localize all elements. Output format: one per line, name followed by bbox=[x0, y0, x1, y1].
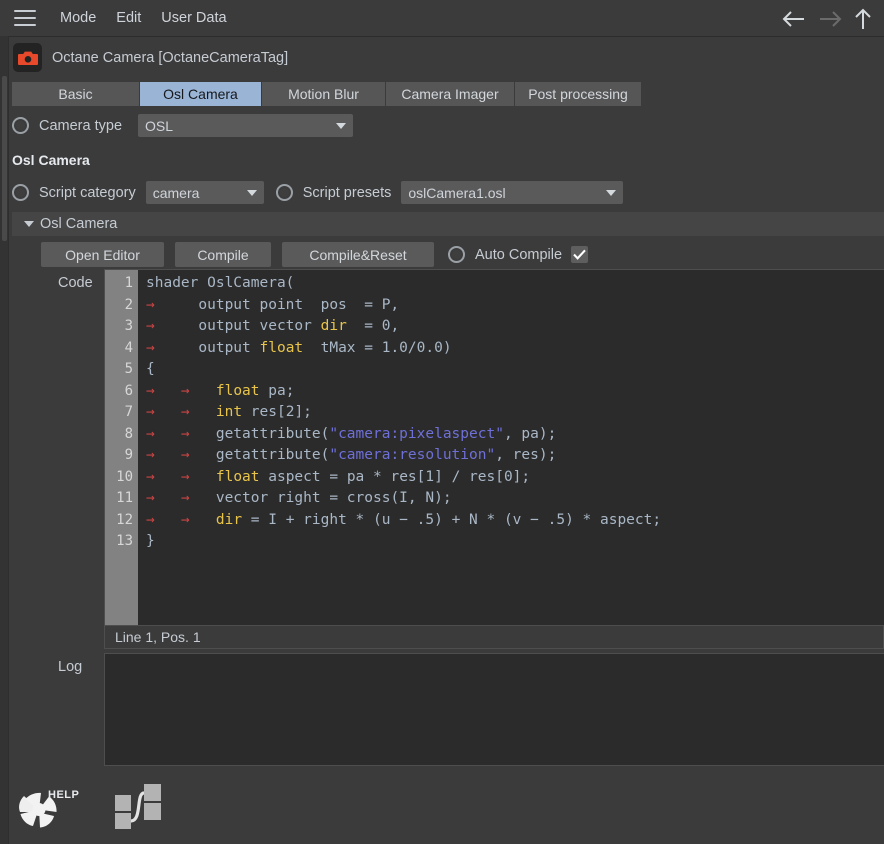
menu-item-edit[interactable]: Edit bbox=[106, 7, 151, 29]
script-presets-dropdown[interactable]: oslCamera1.osl bbox=[401, 181, 624, 204]
code-label: Code bbox=[58, 275, 93, 291]
line-number: 1 bbox=[124, 275, 133, 291]
bottom-icon-bar: HELP bbox=[14, 782, 164, 835]
object-header: Octane Camera [OctaneCameraTag] bbox=[9, 37, 884, 78]
script-presets-value: oslCamera1.osl bbox=[408, 184, 506, 201]
compile-reset-button[interactable]: Compile&Reset bbox=[282, 242, 434, 267]
code-line: → output point pos = P, bbox=[146, 296, 400, 313]
section-title-row: Osl Camera bbox=[12, 152, 90, 168]
log-label: Log bbox=[58, 659, 83, 675]
menu-item-mode[interactable]: Mode bbox=[50, 7, 106, 29]
auto-compile-checkbox[interactable] bbox=[571, 246, 589, 263]
editor-status-bar: Line 1, Pos. 1 bbox=[104, 625, 884, 649]
script-category-row: Script category camera Script presets os… bbox=[12, 181, 624, 204]
line-number: 7 bbox=[124, 404, 133, 420]
script-category-label: Script category bbox=[39, 184, 136, 201]
log-output-area[interactable] bbox=[104, 653, 884, 766]
code-line: → → float pa; bbox=[146, 382, 295, 399]
script-presets-label: Script presets bbox=[302, 184, 392, 201]
line-number-gutter: 1 2 3 4 5 6 7 8 9 10 11 12 13 bbox=[105, 270, 138, 625]
script-category-value: camera bbox=[152, 184, 200, 201]
octane-camera-icon bbox=[13, 43, 42, 72]
code-line: } bbox=[146, 533, 155, 549]
compile-button[interactable]: Compile bbox=[175, 242, 271, 267]
group-header-osl-camera[interactable]: Osl Camera bbox=[12, 212, 884, 236]
tab-motion-blur[interactable]: Motion Blur bbox=[262, 82, 386, 106]
menu-item-user-data[interactable]: User Data bbox=[151, 7, 236, 29]
node-editor-icon[interactable] bbox=[112, 782, 164, 835]
triangle-down-icon bbox=[24, 221, 34, 227]
tab-basic[interactable]: Basic bbox=[12, 82, 140, 106]
cursor-position-text: Line 1, Pos. 1 bbox=[115, 629, 201, 645]
camera-type-label: Camera type bbox=[39, 117, 123, 134]
help-label: HELP bbox=[48, 789, 80, 801]
checkmark-icon bbox=[573, 249, 586, 260]
line-number: 10 bbox=[116, 468, 133, 485]
open-editor-button[interactable]: Open Editor bbox=[41, 242, 164, 267]
code-line: → → float aspect = pa * res[1] / res[0]; bbox=[146, 468, 531, 485]
vertical-scrollbar[interactable] bbox=[0, 36, 9, 844]
line-number: 5 bbox=[124, 361, 133, 377]
scrollbar-thumb[interactable] bbox=[2, 76, 7, 241]
octane-help-icon[interactable]: HELP bbox=[14, 787, 80, 835]
radio-button-icon[interactable] bbox=[275, 184, 293, 201]
chevron-down-icon bbox=[606, 189, 617, 196]
code-line: → → getattribute("camera:resolution", re… bbox=[146, 447, 557, 463]
chevron-down-icon bbox=[246, 189, 257, 196]
camera-type-row: Camera type OSL bbox=[12, 114, 354, 137]
line-number: 13 bbox=[116, 533, 133, 549]
code-line: → → getattribute("camera:pixelaspect", p… bbox=[146, 425, 557, 442]
tab-bar: Basic Osl Camera Motion Blur Camera Imag… bbox=[12, 82, 641, 106]
line-number: 4 bbox=[124, 339, 133, 356]
line-number: 3 bbox=[124, 318, 133, 334]
section-title: Osl Camera bbox=[12, 152, 90, 168]
chevron-down-icon bbox=[336, 122, 347, 129]
line-number: 8 bbox=[124, 425, 133, 442]
auto-compile-label: Auto Compile bbox=[475, 246, 563, 263]
radio-button-icon[interactable] bbox=[12, 117, 29, 134]
arrow-up-icon[interactable] bbox=[850, 6, 876, 32]
camera-type-value: OSL bbox=[145, 117, 174, 134]
camera-type-dropdown[interactable]: OSL bbox=[138, 114, 354, 137]
compile-toolbar: Open Editor Compile Compile&Reset Auto C… bbox=[41, 242, 589, 267]
navigation-icons bbox=[778, 0, 876, 37]
line-number: 12 bbox=[116, 511, 133, 528]
line-number: 6 bbox=[124, 382, 133, 399]
radio-button-icon[interactable] bbox=[12, 184, 29, 201]
arrow-left-icon[interactable] bbox=[778, 7, 812, 31]
octane-camera-tag-panel: Mode Edit User Data Octane Camera [Octan… bbox=[0, 0, 884, 844]
tab-osl-camera[interactable]: Osl Camera bbox=[140, 82, 262, 106]
line-number: 2 bbox=[124, 296, 133, 313]
arrow-right-icon[interactable] bbox=[814, 7, 848, 31]
code-editor[interactable]: 1 2 3 4 5 6 7 8 9 10 11 12 13 shader OslCamera(→ out… bbox=[104, 269, 884, 625]
code-line: { bbox=[146, 361, 155, 377]
page-title: Octane Camera [OctaneCameraTag] bbox=[52, 49, 289, 66]
tab-camera-imager[interactable]: Camera Imager bbox=[386, 82, 515, 106]
code-line: → → dir = I + right * (u − .5) + N * (v … bbox=[146, 511, 662, 528]
code-line: → output float tMax = 1.0/0.0) bbox=[146, 339, 452, 356]
group-header-label: Osl Camera bbox=[40, 216, 118, 232]
radio-button-icon[interactable] bbox=[448, 246, 465, 263]
menubar: Mode Edit User Data bbox=[0, 0, 884, 37]
code-line: → → vector right = cross(I, N); bbox=[146, 490, 452, 506]
script-category-dropdown[interactable]: camera bbox=[145, 181, 264, 204]
line-number: 11 bbox=[116, 490, 133, 506]
code-line: → output vector dir = 0, bbox=[146, 318, 400, 334]
code-line: shader OslCamera( bbox=[146, 275, 295, 291]
code-line: → → int res[2]; bbox=[146, 404, 312, 420]
hamburger-menu-icon[interactable] bbox=[14, 10, 36, 26]
code-text-area[interactable]: shader OslCamera( → output point pos = P,… bbox=[138, 270, 884, 625]
line-number: 9 bbox=[124, 447, 133, 463]
tab-post-processing[interactable]: Post processing bbox=[515, 82, 641, 106]
